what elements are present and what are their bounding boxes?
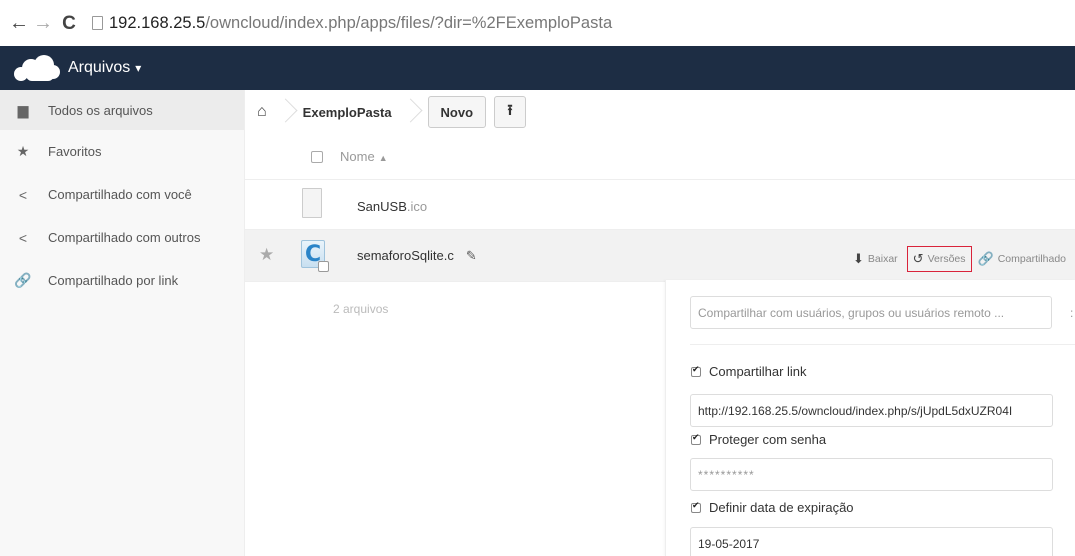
page-icon <box>92 16 103 30</box>
new-button[interactable]: Novo <box>427 96 487 128</box>
folder-icon: ▆ <box>17 101 29 118</box>
history-icon: ↺ <box>912 251 924 266</box>
share-link-checkbox[interactable] <box>691 364 701 377</box>
sidebar-item-shared-with-others[interactable]: < Compartilhado com outros <box>0 216 244 259</box>
file-extension: .c <box>443 248 454 263</box>
file-actions: ⬇ Baixar ↺ Versões 🔗 Compartilhado <box>853 246 1075 272</box>
favorite-star-icon[interactable]: ★ <box>259 245 274 265</box>
select-all-checkbox[interactable] <box>311 150 323 163</box>
home-icon[interactable]: ⌂ <box>257 103 267 121</box>
sidebar-item-shared-with-you[interactable]: < Compartilhado com você <box>0 173 244 216</box>
breadcrumb-separator <box>402 99 418 125</box>
password-checkbox[interactable] <box>691 432 701 445</box>
caret-down-icon: ▾ <box>135 61 142 75</box>
upload-icon[interactable]: ⭱ <box>494 96 527 128</box>
app-name: Arquivos <box>68 59 131 76</box>
sidebar-item-label: Compartilhado por link <box>48 273 179 288</box>
sidebar-item-label: Todos os arquivos <box>48 102 153 118</box>
owncloud-logo-icon[interactable] <box>12 53 62 83</box>
expiration-date-field[interactable]: 19-05-2017 <box>690 527 1053 556</box>
back-arrow-icon[interactable]: ← <box>8 13 30 33</box>
file-extension: .ico <box>406 199 428 214</box>
share-panel: Compartilhar com usuários, grupos ou usu… <box>665 280 1075 556</box>
share-with-input[interactable]: Compartilhar com usuários, grupos ou usu… <box>690 296 1052 329</box>
file-basename: semaforoSqlite <box>357 248 444 263</box>
sort-arrow-icon: ▲ <box>378 153 388 163</box>
expiration-label: Definir data de expiração <box>709 500 854 515</box>
sidebar-item-all-files[interactable]: ▆ Todos os arquivos <box>0 90 244 130</box>
table-row[interactable]: ★ semaforoSqlite.c ✎ ⬇Baixar ↺Versões 🔗Co… <box>245 230 1075 282</box>
sidebar-item-label: Compartilhado com outros <box>48 230 201 245</box>
share-label: Compartilhado <box>997 253 1067 265</box>
address-bar[interactable]: 192.168.25.5/owncloud/index.php/apps/fil… <box>92 14 612 33</box>
panel-edge-glyph: : <box>1070 306 1074 320</box>
sidebar: ▆ Todos os arquivos ★ Favoritos < Compar… <box>0 90 245 556</box>
file-name[interactable]: SanUSB.ico <box>357 199 427 214</box>
share-action[interactable]: 🔗 Compartilhado <box>978 251 1066 267</box>
url-host: 192.168.25.5 <box>109 13 206 32</box>
table-row[interactable]: SanUSB.ico <box>245 180 1075 230</box>
sidebar-item-favorites[interactable]: ★ Favoritos <box>0 130 244 173</box>
password-field[interactable]: ********** <box>690 458 1053 491</box>
file-name[interactable]: semaforoSqlite.c ✎ <box>357 248 477 264</box>
password-protect-toggle[interactable]: Proteger com senha <box>691 432 826 447</box>
file-icon <box>302 188 322 218</box>
download-label: Baixar <box>867 253 898 265</box>
row-checkbox[interactable] <box>318 261 329 272</box>
divider <box>690 344 1075 345</box>
files-controls: ⌂ ExemploPasta Novo ⭱ <box>245 90 1075 134</box>
name-column-label: Nome <box>340 149 375 164</box>
file-count-summary: 2 arquivos <box>333 302 389 316</box>
app-menu[interactable]: Arquivos ▾ <box>68 59 141 77</box>
download-icon: ⬇ <box>853 251 864 266</box>
breadcrumb[interactable]: ExemploPasta <box>303 105 392 120</box>
download-action[interactable]: ⬇ Baixar <box>853 251 898 267</box>
reload-icon[interactable]: C <box>58 14 80 33</box>
share-link-toggle[interactable]: Compartilhar link <box>691 364 807 379</box>
browser-toolbar: ← → C 192.168.25.5/owncloud/index.php/ap… <box>0 0 1075 46</box>
rename-pencil-icon[interactable]: ✎ <box>466 248 477 263</box>
share-icon: < <box>18 229 28 246</box>
sidebar-item-label: Favoritos <box>48 144 102 159</box>
share-link-url-field[interactable]: http://192.168.25.5/owncloud/index.php/s… <box>690 394 1053 427</box>
file-basename: SanUSB <box>357 199 407 214</box>
sidebar-item-label: Compartilhado com você <box>48 187 192 202</box>
forward-arrow-icon[interactable]: → <box>32 13 54 33</box>
password-label: Proteger com senha <box>709 432 827 447</box>
breadcrumb-separator <box>277 99 293 125</box>
app-header: Arquivos ▾ <box>0 46 1075 90</box>
sidebar-item-shared-by-link[interactable]: 🔗 Compartilhado por link <box>0 259 244 302</box>
expiration-checkbox[interactable] <box>691 500 701 513</box>
link-icon: 🔗 <box>14 272 32 288</box>
share-icon: < <box>18 186 28 203</box>
name-column-header[interactable]: Nome ▲ <box>340 149 388 164</box>
url-path: /owncloud/index.php/apps/files/?dir=%2FE… <box>205 13 613 32</box>
versions-label: Versões <box>927 253 966 265</box>
versions-action[interactable]: ↺ Versões <box>906 246 972 272</box>
expiration-toggle[interactable]: Definir data de expiração <box>691 500 854 515</box>
link-icon: 🔗 <box>977 251 994 266</box>
file-list-header: Nome ▲ <box>245 134 1075 180</box>
share-link-label: Compartilhar link <box>709 364 807 379</box>
star-icon: ★ <box>16 143 30 159</box>
